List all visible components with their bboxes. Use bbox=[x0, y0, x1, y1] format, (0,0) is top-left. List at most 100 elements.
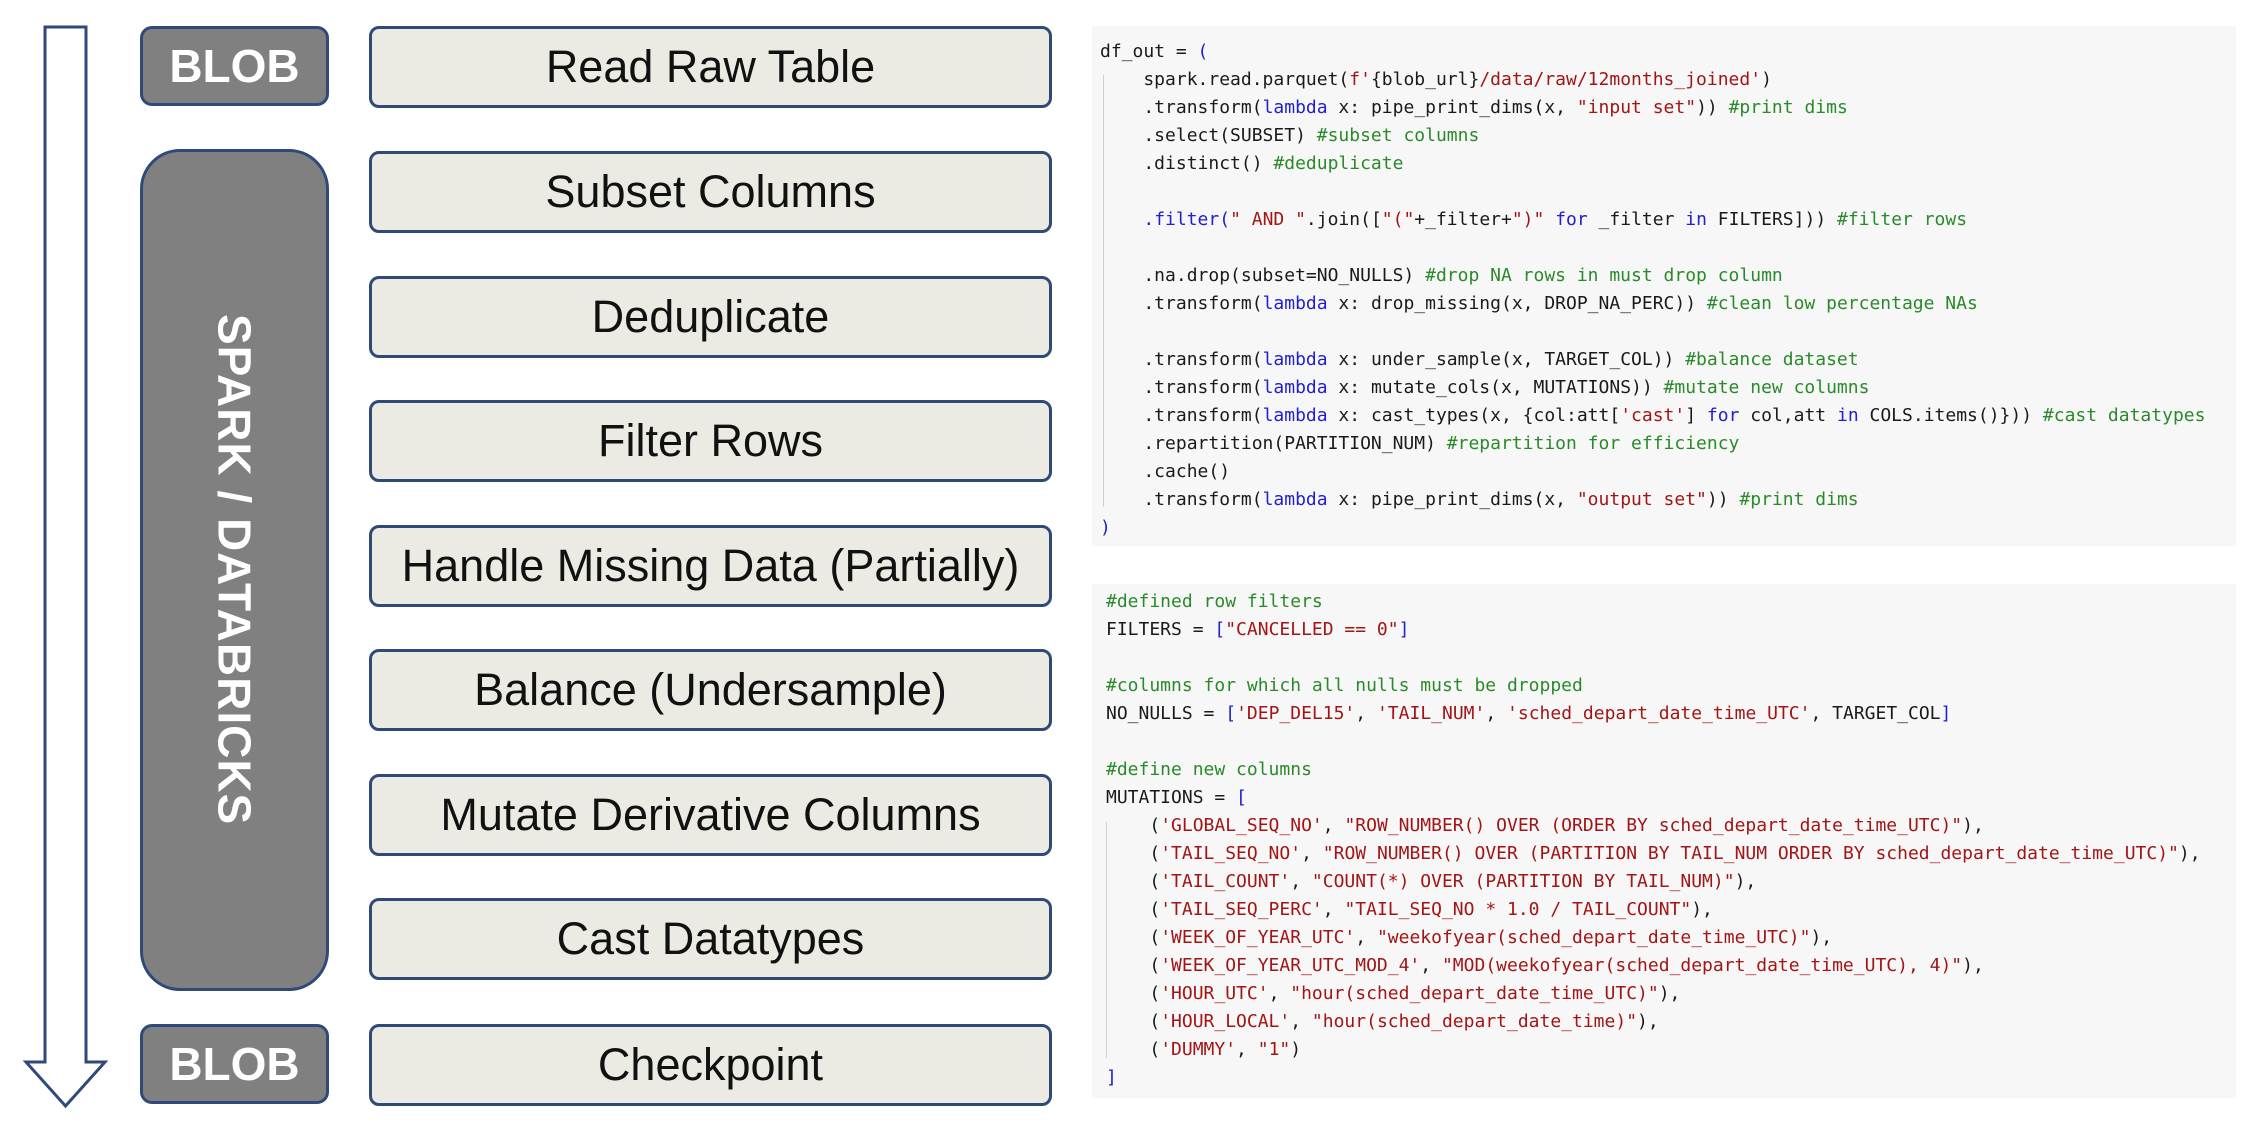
blob-bottom-box: BLOB bbox=[140, 1024, 329, 1104]
code-token: 'WEEK_OF_YEAR_UTC_MOD_4' bbox=[1160, 955, 1421, 976]
code-token: [ bbox=[1236, 787, 1247, 808]
code-token: MUTATIONS = bbox=[1106, 787, 1237, 808]
code-token: x: under_sample(x, TARGET_COL)) bbox=[1327, 349, 1675, 370]
code-line: .transform(lambda x: under_sample(x, TAR… bbox=[1100, 346, 2236, 374]
code-token: #balance dataset bbox=[1674, 349, 1859, 370]
code-token: .transform( bbox=[1100, 489, 1263, 510]
code-token: ) bbox=[1290, 1039, 1302, 1060]
code-token: "MOD(weekofyear(sched_depart_date_time_U… bbox=[1441, 955, 1963, 976]
code-token: "CANCELLED == 0" bbox=[1225, 619, 1399, 640]
code-token: df_out = bbox=[1100, 41, 1198, 62]
code-line: ('WEEK_OF_YEAR_UTC_MOD_4', "MOD(weekofye… bbox=[1106, 952, 2236, 980]
code-line: ('TAIL_SEQ_PERC', "TAIL_SEQ_NO * 1.0 / T… bbox=[1106, 896, 2236, 924]
code-token: for bbox=[1555, 209, 1588, 230]
code-line: ) bbox=[1100, 514, 2236, 542]
step-mutate-derivative-columns: Mutate Derivative Columns bbox=[369, 774, 1052, 856]
code-token: 'WEEK_OF_YEAR_UTC' bbox=[1160, 927, 1356, 948]
code-line: ] bbox=[1106, 1064, 2236, 1092]
code-line: NO_NULLS = ['DEP_DEL15', 'TAIL_NUM', 'sc… bbox=[1106, 700, 2236, 728]
code-token: NO_NULLS = bbox=[1106, 703, 1226, 724]
spark-databricks-label: SPARK / DATABRICKS bbox=[208, 314, 261, 826]
step-handle-missing-data: Handle Missing Data (Partially) bbox=[369, 525, 1052, 607]
code-token: ) bbox=[1761, 69, 1772, 90]
code-token: lambda bbox=[1262, 405, 1328, 426]
code-token: , bbox=[1355, 927, 1377, 948]
code-token: col,att bbox=[1739, 405, 1837, 426]
code-token: #clean low percentage NAs bbox=[1696, 293, 1978, 314]
code-line: .na.drop(subset=NO_NULLS) #drop NA rows … bbox=[1100, 262, 2236, 290]
code-token: #drop NA rows in must drop column bbox=[1414, 265, 1783, 286]
code-token: COLS.items()})) bbox=[1858, 405, 2033, 426]
code-token: ) bbox=[1100, 517, 1111, 538]
step-cast-datatypes: Cast Datatypes bbox=[369, 898, 1052, 980]
blob-bottom-label: BLOB bbox=[169, 1038, 300, 1090]
code-token: #subset columns bbox=[1305, 125, 1480, 146]
code-line: #define new columns bbox=[1106, 756, 2236, 784]
code-token: 'TAIL_COUNT' bbox=[1160, 871, 1291, 892]
step-balance: Balance (Undersample) bbox=[369, 649, 1052, 731]
code-token: 'DEP_DEL15' bbox=[1236, 703, 1356, 724]
code-token: "hour(sched_depart_date_time)" bbox=[1311, 1011, 1638, 1032]
code-token: FILTERS = bbox=[1106, 619, 1215, 640]
code-token: _filter bbox=[1587, 209, 1686, 230]
code-token: 'TAIL_NUM' bbox=[1376, 703, 1486, 724]
code-token: ), bbox=[1691, 899, 1713, 920]
code-token: , TARGET_COL bbox=[1810, 703, 1941, 724]
code-token: , bbox=[1355, 703, 1377, 724]
code-token: ( bbox=[1106, 955, 1161, 976]
code-token: 'DUMMY' bbox=[1160, 1039, 1237, 1060]
code-token: ( bbox=[1106, 871, 1161, 892]
code-token: #define new columns bbox=[1106, 759, 1312, 780]
code-token: FILTERS])) bbox=[1706, 209, 1827, 230]
code-token: lambda bbox=[1262, 97, 1328, 118]
code-line: .filter(" AND ".join(["("+_filter+")" fo… bbox=[1100, 206, 2236, 234]
code-line: ('TAIL_COUNT', "COUNT(*) OVER (PARTITION… bbox=[1106, 868, 2236, 896]
code-line: FILTERS = ["CANCELLED == 0"] bbox=[1106, 616, 2236, 644]
code-indent-guide bbox=[1106, 822, 1107, 1058]
code-token: for bbox=[1706, 405, 1740, 426]
code-token: , bbox=[1322, 815, 1345, 836]
step-checkpoint: Checkpoint bbox=[369, 1024, 1052, 1106]
code-token: ( bbox=[1106, 1011, 1161, 1032]
code-token: #filter rows bbox=[1826, 209, 1968, 230]
code-token: x: mutate_cols(x, MUTATIONS)) bbox=[1327, 377, 1653, 398]
flow-down-arrow bbox=[22, 25, 109, 1109]
code-token: ( bbox=[1106, 927, 1161, 948]
code-token: 'TAIL_SEQ_NO' bbox=[1160, 843, 1302, 864]
code-token: , bbox=[1420, 955, 1442, 976]
code-token: ), bbox=[2178, 843, 2201, 864]
step-deduplicate: Deduplicate bbox=[369, 276, 1052, 358]
code-token: .repartition(PARTITION_NUM) bbox=[1100, 433, 1436, 454]
code-token: .transform( bbox=[1100, 97, 1263, 118]
code-token: .transform( bbox=[1100, 405, 1263, 426]
code-token: in bbox=[1836, 405, 1859, 426]
code-token: , bbox=[1322, 899, 1345, 920]
code-token: 'cast' bbox=[1620, 405, 1686, 426]
code-line: .select(SUBSET) #subset columns bbox=[1100, 122, 2236, 150]
code-token: ( bbox=[1106, 983, 1161, 1004]
code-token: [ bbox=[1214, 619, 1226, 640]
code-token: , bbox=[1268, 983, 1291, 1004]
blob-top-box: BLOB bbox=[140, 26, 329, 106]
code-line: ('WEEK_OF_YEAR_UTC', "weekofyear(sched_d… bbox=[1106, 924, 2236, 952]
code-token: .cache() bbox=[1100, 461, 1231, 482]
spark-databricks-box: SPARK / DATABRICKS bbox=[140, 149, 329, 991]
code-token: , bbox=[1236, 1039, 1258, 1060]
code-token: ), bbox=[1637, 1011, 1659, 1032]
code-line: ('HOUR_UTC', "hour(sched_depart_date_tim… bbox=[1106, 980, 2236, 1008]
code-token: [ bbox=[1225, 703, 1237, 724]
code-token: "(" bbox=[1381, 209, 1415, 230]
code-line: #defined row filters bbox=[1106, 588, 2236, 616]
code-token: ), bbox=[1810, 927, 1833, 948]
code-token: f' bbox=[1349, 69, 1371, 90]
code-token: x: cast_types(x, {col:att[ bbox=[1327, 405, 1621, 426]
code-token: ( bbox=[1106, 843, 1161, 864]
step-subset-columns: Subset Columns bbox=[369, 151, 1052, 233]
code-token: "ROW_NUMBER() OVER (ORDER BY sched_depar… bbox=[1344, 815, 1963, 836]
pipeline-code-block: df_out = ( spark.read.parquet(f'{blob_ur… bbox=[1092, 26, 2236, 546]
code-token: " AND " bbox=[1230, 209, 1306, 230]
code-token: "input set" bbox=[1576, 97, 1697, 118]
